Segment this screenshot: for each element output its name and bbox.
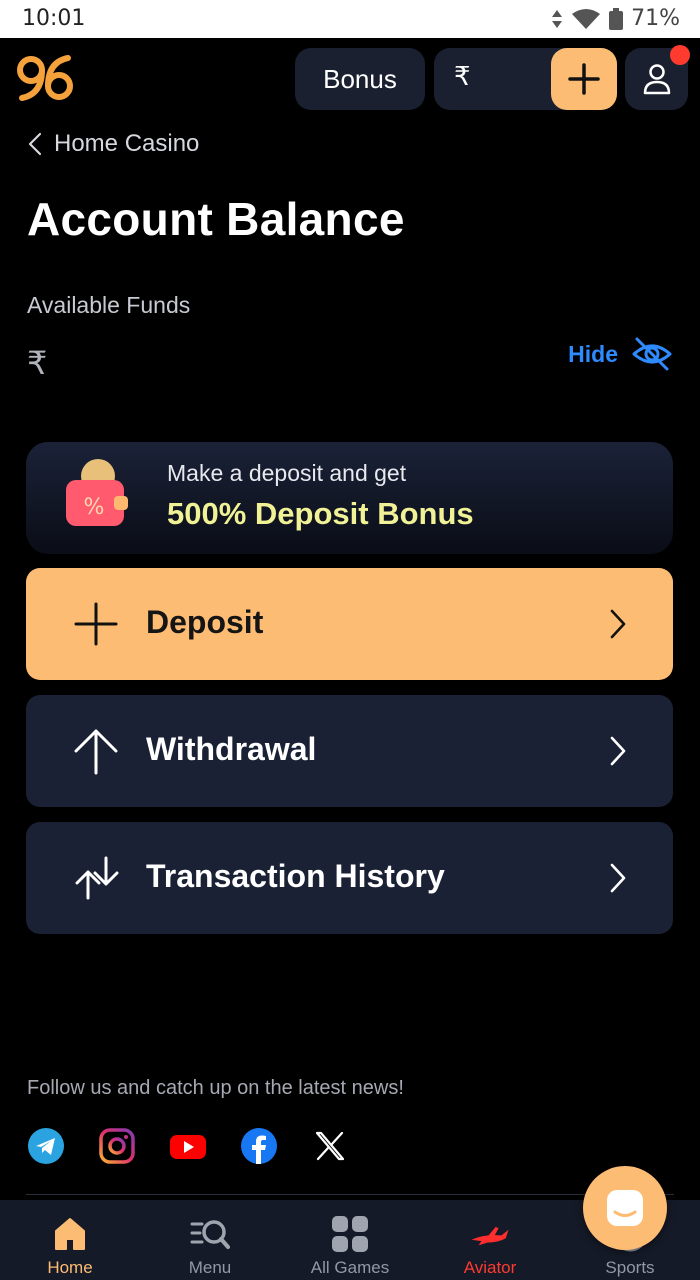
withdrawal-button[interactable]: Withdrawal	[26, 695, 673, 807]
support-chat-button[interactable]	[583, 1166, 667, 1250]
deposit-bonus-banner[interactable]: % Make a deposit and get 500% Deposit Bo…	[26, 442, 673, 554]
telegram-icon[interactable]	[28, 1128, 64, 1164]
notification-dot	[670, 45, 690, 65]
chevron-right-icon	[610, 736, 626, 766]
chevron-right-icon	[610, 863, 626, 893]
quick-deposit-button[interactable]	[551, 48, 617, 110]
plus-icon	[568, 63, 600, 95]
hide-balance-toggle[interactable]: Hide	[568, 336, 672, 372]
nav-aviator[interactable]: Aviator	[420, 1200, 560, 1280]
eye-off-icon	[632, 337, 672, 371]
instagram-icon[interactable]	[99, 1128, 135, 1164]
social-links	[28, 1128, 348, 1164]
app-header: Bonus ₹	[0, 38, 700, 120]
wallet-percent-icon: %	[62, 458, 132, 530]
withdrawal-label: Withdrawal	[146, 731, 317, 767]
brand-logo[interactable]	[16, 54, 76, 102]
nav-all-games-label: All Games	[310, 1258, 390, 1277]
follow-us-text: Follow us and catch up on the latest new…	[27, 1077, 404, 1099]
battery-icon	[609, 7, 624, 30]
plane-icon	[471, 1226, 509, 1246]
bonus-button[interactable]: Bonus	[295, 48, 425, 110]
nav-home-label: Home	[47, 1258, 93, 1277]
deposit-button[interactable]: Deposit	[26, 568, 673, 680]
user-icon	[643, 64, 670, 95]
wifi-icon	[572, 8, 601, 29]
transaction-history-button[interactable]: Transaction History	[26, 822, 673, 934]
available-funds-value: ₹	[27, 344, 48, 382]
bonus-label: Bonus	[323, 63, 397, 94]
chevron-right-icon	[610, 609, 626, 639]
youtube-icon[interactable]	[170, 1128, 206, 1164]
promo-line-1: Make a deposit and get	[167, 460, 407, 486]
balance-currency: ₹	[454, 62, 471, 92]
breadcrumb-label: Home Casino	[54, 130, 200, 157]
plus-icon	[74, 602, 118, 646]
logo-96-icon	[17, 55, 73, 101]
promo-line-2: 500% Deposit Bonus	[167, 496, 474, 531]
battery-percent: 71%	[631, 6, 680, 31]
chat-icon	[607, 1190, 643, 1226]
footer-divider	[26, 1194, 674, 1195]
grid-icon	[332, 1216, 368, 1252]
transfer-arrows-icon	[75, 856, 119, 900]
x-icon[interactable]	[312, 1128, 348, 1164]
available-funds-label: Available Funds	[27, 292, 191, 318]
svg-text:%: %	[84, 495, 105, 520]
menu-search-icon	[190, 1220, 230, 1249]
transaction-history-label: Transaction History	[146, 858, 445, 894]
deposit-label: Deposit	[146, 604, 264, 640]
nav-menu-label: Menu	[188, 1258, 232, 1277]
hide-label: Hide	[568, 340, 618, 367]
facebook-icon[interactable]	[241, 1128, 277, 1164]
home-icon	[55, 1218, 85, 1250]
page-title: Account Balance	[27, 193, 405, 245]
arrow-up-icon	[74, 729, 118, 775]
nav-all-games[interactable]: All Games	[280, 1200, 420, 1280]
chevron-left-icon	[28, 132, 42, 156]
nav-sports-label: Sports	[605, 1258, 655, 1277]
nav-home[interactable]: Home	[0, 1200, 140, 1280]
nav-aviator-label: Aviator	[463, 1258, 517, 1277]
breadcrumb[interactable]: Home Casino	[28, 130, 199, 158]
status-time: 10:01	[22, 6, 86, 31]
data-arrows-icon	[552, 9, 563, 28]
nav-menu[interactable]: Menu	[140, 1200, 280, 1280]
status-bar: 10:01 71%	[0, 0, 700, 38]
